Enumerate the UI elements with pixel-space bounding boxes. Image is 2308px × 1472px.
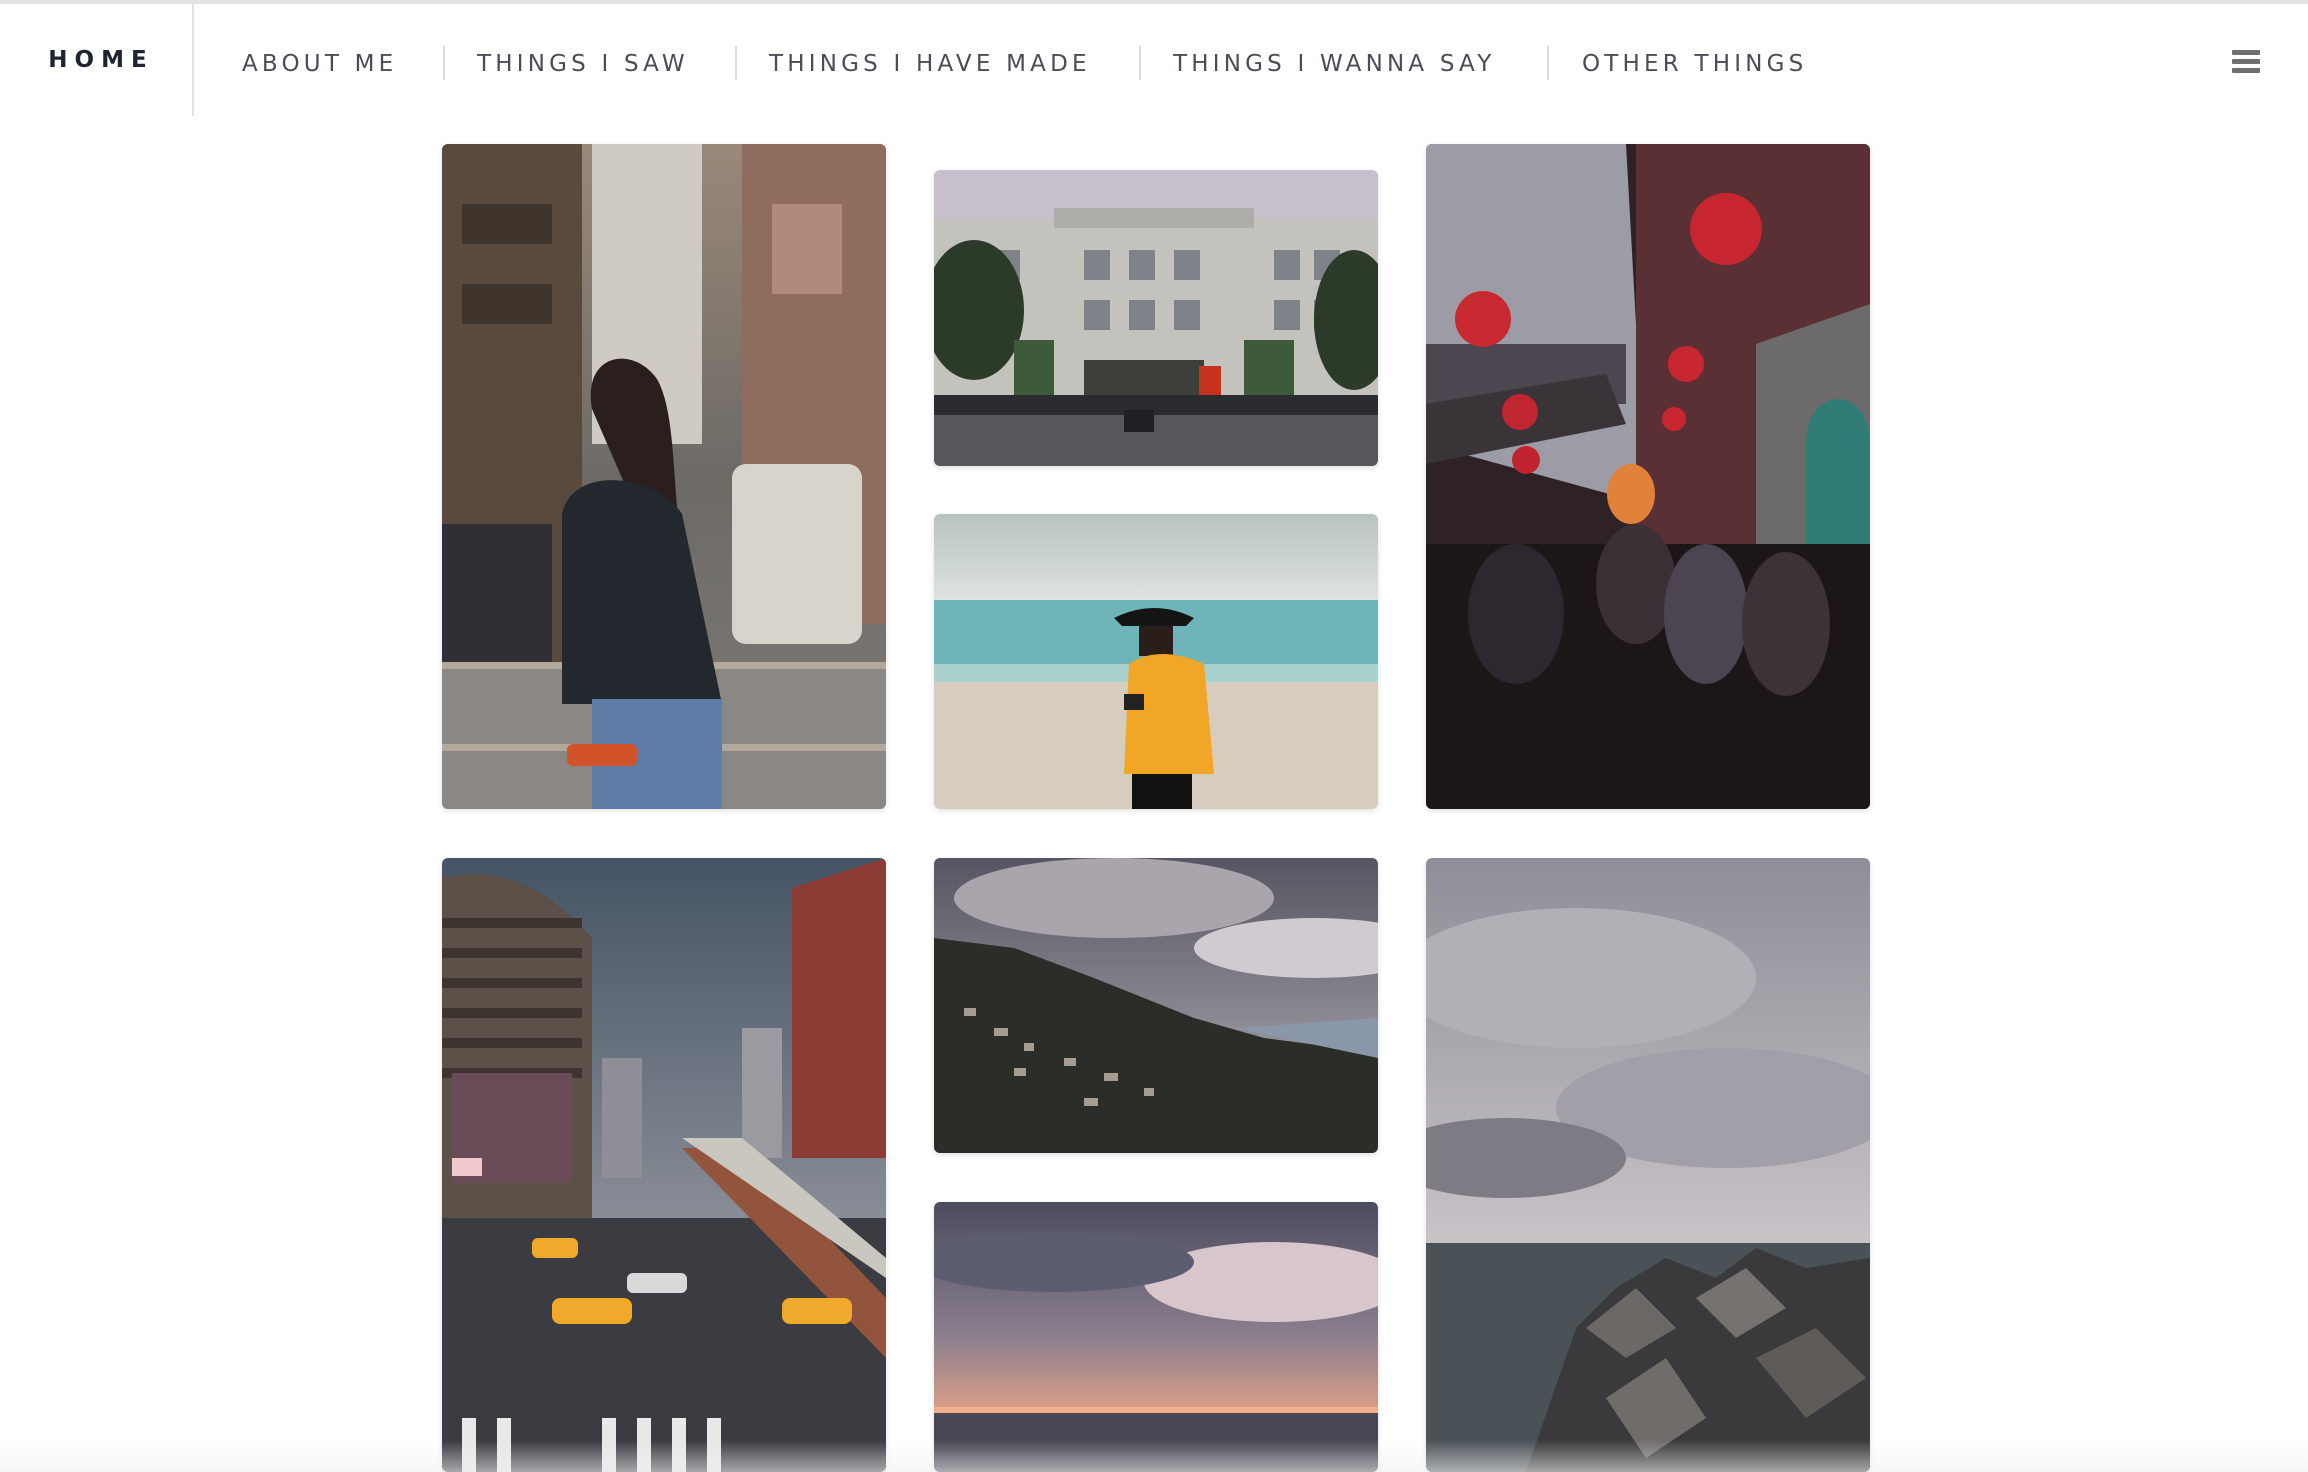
home-link[interactable]: HOME — [0, 4, 192, 116]
nav-other-things[interactable]: OTHER THINGS — [1582, 44, 1807, 84]
photo-government-building[interactable] — [934, 170, 1378, 466]
nav-separator — [1547, 46, 1549, 80]
photo-image — [934, 1202, 1378, 1472]
nav-things-i-wanna-say[interactable]: THINGS I WANNA SAY — [1173, 44, 1495, 84]
hamburger-menu-icon[interactable] — [2232, 50, 2262, 76]
photo-image — [442, 858, 886, 1472]
photo-image — [442, 144, 886, 809]
brand-divider — [192, 4, 194, 116]
photo-hillside-town-cloudy[interactable] — [934, 858, 1378, 1153]
nav-things-i-have-made[interactable]: THINGS I HAVE MADE — [769, 44, 1091, 84]
photo-city-intersection-buildings[interactable] — [442, 858, 886, 1472]
photo-girl-on-city-street[interactable] — [442, 144, 886, 809]
nav-things-i-saw[interactable]: THINGS I SAW — [477, 44, 689, 84]
nav-about-me[interactable]: ABOUT ME — [242, 44, 397, 84]
photo-image — [1426, 858, 1870, 1472]
photo-concrete-breakwater-ocean[interactable] — [1426, 858, 1870, 1472]
photo-girl-with-camera-on-beach[interactable] — [934, 514, 1378, 809]
photo-sunset-over-sea[interactable] — [934, 1202, 1378, 1472]
top-navbar: HOME ABOUT ME THINGS I SAW THINGS I HAVE… — [0, 4, 2308, 116]
photo-old-street-red-lanterns[interactable] — [1426, 144, 1870, 809]
photo-image — [1426, 144, 1870, 809]
photo-image — [934, 858, 1378, 1153]
photo-image — [934, 514, 1378, 809]
photo-image — [934, 170, 1378, 466]
nav-separator — [735, 46, 737, 80]
nav-separator — [443, 46, 445, 80]
nav-separator — [1139, 46, 1141, 80]
